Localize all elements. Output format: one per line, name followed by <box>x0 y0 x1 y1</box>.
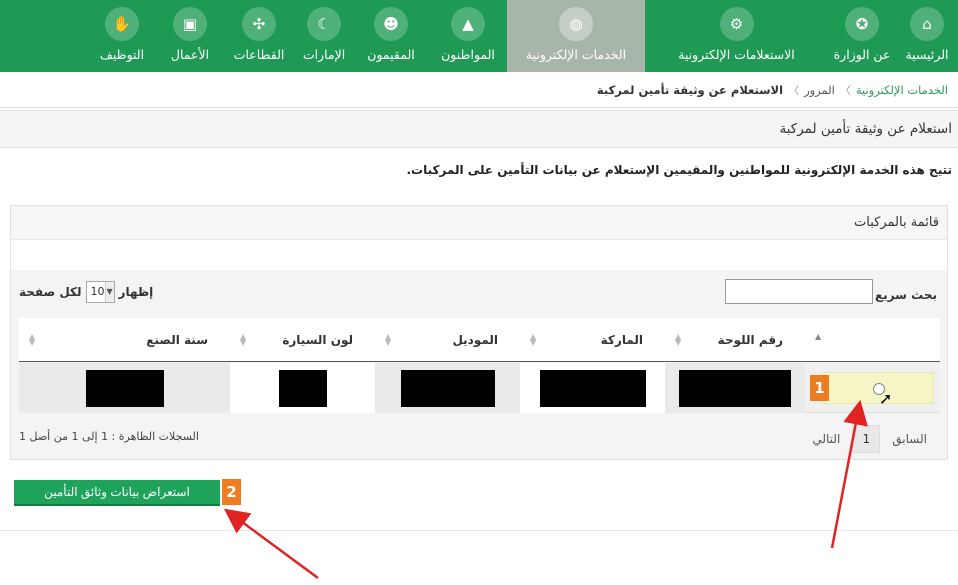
service-description: تتيح هذه الخدمة الإلكترونية للمواطنين وا… <box>406 163 953 177</box>
page-size-value: 10 <box>90 285 105 298</box>
nav-label: القطاعات <box>233 47 285 62</box>
row-select-highlight[interactable]: ➚ <box>822 372 934 408</box>
column-label: لون السيارة <box>282 333 353 347</box>
emblem-icon: ✪ <box>845 7 879 41</box>
sort-icon: ▲ ▼ <box>675 332 682 347</box>
nav-item-citizens[interactable]: ▲ المواطنون <box>429 0 507 72</box>
redacted-value <box>278 369 327 407</box>
sort-icon: ▲ ▼ <box>240 332 247 347</box>
breadcrumb: الخدمات الإلكترونية 〉 المرور 〉 الاستعلام… <box>0 72 958 108</box>
year-cell <box>19 363 230 413</box>
panel-title: قائمة بالمركبات <box>11 206 947 240</box>
handshake-icon: ✋ <box>105 7 139 41</box>
citizen-icon: ▲ <box>451 7 485 41</box>
nav-label: التوظيف <box>99 47 145 62</box>
nav-item-sectors[interactable]: ✣ القطاعات <box>223 0 295 72</box>
page-title: استعلام عن وثيقة تأمين لمركبة <box>0 110 958 148</box>
nav-item-about[interactable]: ✪ عن الوزارة <box>828 0 896 72</box>
pagination: السابق 1 التالي <box>812 425 927 453</box>
sort-icon: ▲ ▼ <box>385 332 392 347</box>
table-row: ➚ 1 <box>19 363 940 413</box>
column-header-year[interactable]: سنة الصنع ▲ ▼ <box>19 318 230 362</box>
nav-item-eservices[interactable]: ◍ الخدمات الإلكترونية <box>507 0 645 72</box>
view-insurance-button[interactable]: استعراض بيانات وثائق التأمين <box>14 480 220 506</box>
nav-item-inquiries[interactable]: ⚙ الاستعلامات الإلكترونية <box>645 0 828 72</box>
redacted-value <box>679 369 791 407</box>
sort-asc-icon: ▲ <box>815 332 822 341</box>
pager-prev[interactable]: السابق <box>892 432 927 446</box>
breadcrumb-separator: 〉 <box>839 83 851 97</box>
gear-search-icon: ⚙ <box>719 7 754 41</box>
nav-label: المقيمون <box>367 47 415 62</box>
select-cell: ➚ 1 <box>805 363 940 413</box>
column-header-plate[interactable]: رقم اللوحة ▲ ▼ <box>665 318 805 362</box>
redacted-value <box>400 369 495 407</box>
top-navigation: ⌂ الرئيسية ✪ عن الوزارة ⚙ الاستعلامات ال… <box>0 0 958 72</box>
color-cell <box>230 363 375 413</box>
nav-item-business[interactable]: ▣ الأعمال <box>157 0 223 72</box>
quick-search-input[interactable] <box>725 279 873 304</box>
quick-search-label: بحث سريع : <box>866 288 937 302</box>
arrow-to-view-button <box>223 508 319 580</box>
nav-label: عن الوزارة <box>833 47 891 62</box>
breadcrumb-current: الاستعلام عن وثيقة تأمين لمركبة <box>596 82 784 97</box>
column-header-model[interactable]: الموديل ▲ ▼ <box>375 318 520 362</box>
step-2-badge: 2 <box>222 479 241 505</box>
column-header-make[interactable]: الماركة ▲ ▼ <box>520 318 665 362</box>
pager-next[interactable]: التالي <box>812 432 840 446</box>
column-label: رقم اللوحة <box>717 333 783 347</box>
nav-item-employment[interactable]: ✋ التوظيف <box>87 0 157 72</box>
per-page-label: لكل صفحة <box>19 284 82 299</box>
nav-label: الإمارات <box>302 47 346 62</box>
nav-item-residents[interactable]: ☻ المقيمون <box>353 0 429 72</box>
nav-label: الأعمال <box>170 47 210 62</box>
vehicles-panel: قائمة بالمركبات بحث سريع : إظهار 10 ▼ لك… <box>10 205 948 460</box>
table-header: ▲ رقم اللوحة ▲ ▼ الماركة ▲ ▼ الموديل ▲ ▼ لو… <box>19 318 940 362</box>
page-size-control: إظهار 10 ▼ لكل صفحة <box>19 279 153 304</box>
people-icon: ☻ <box>374 7 408 41</box>
briefcase-icon: ▣ <box>173 7 207 41</box>
chevron-down-icon: ▼ <box>104 281 114 302</box>
divider <box>0 530 958 531</box>
nav-label: الاستعلامات الإلكترونية <box>678 47 795 62</box>
breadcrumb-traffic[interactable]: المرور <box>804 83 835 97</box>
nav-item-home[interactable]: ⌂ الرئيسية <box>896 0 958 72</box>
breadcrumb-eservices[interactable]: الخدمات الإلكترونية <box>856 83 948 97</box>
nav-label: المواطنون <box>441 47 495 62</box>
panel-spacer <box>11 240 947 270</box>
column-header-select[interactable]: ▲ <box>805 318 940 362</box>
nav-item-emirates[interactable]: ☾ الإمارات <box>295 0 353 72</box>
emirates-icon: ☾ <box>307 7 341 41</box>
redacted-value <box>539 369 646 407</box>
model-cell <box>375 363 520 413</box>
column-label: الماركة <box>600 333 643 347</box>
page-size-select[interactable]: 10 ▼ <box>85 280 115 303</box>
plate-cell <box>665 363 805 413</box>
mouse-pointer-icon: ➚ <box>879 389 893 408</box>
records-info: السجلات الظاهرة : 1 إلى 1 من أصل 1 <box>19 430 199 443</box>
redacted-value <box>85 369 164 407</box>
column-header-color[interactable]: لون السيارة ▲ ▼ <box>230 318 375 362</box>
network-icon: ✣ <box>242 7 276 41</box>
nav-label: الخدمات الإلكترونية <box>525 47 627 62</box>
home-icon: ⌂ <box>910 7 944 41</box>
sort-icon: ▲ ▼ <box>29 332 36 347</box>
nav-label: الرئيسية <box>905 47 949 62</box>
column-label: الموديل <box>452 333 498 347</box>
pager-page[interactable]: 1 <box>852 425 881 453</box>
globe-icon: ◍ <box>559 7 593 41</box>
step-1-badge: 1 <box>810 375 829 401</box>
make-cell <box>520 363 665 413</box>
sort-icon: ▲ ▼ <box>530 332 537 347</box>
show-label: إظهار <box>118 284 154 299</box>
breadcrumb-separator: 〉 <box>788 83 800 97</box>
column-label: سنة الصنع <box>146 333 208 347</box>
